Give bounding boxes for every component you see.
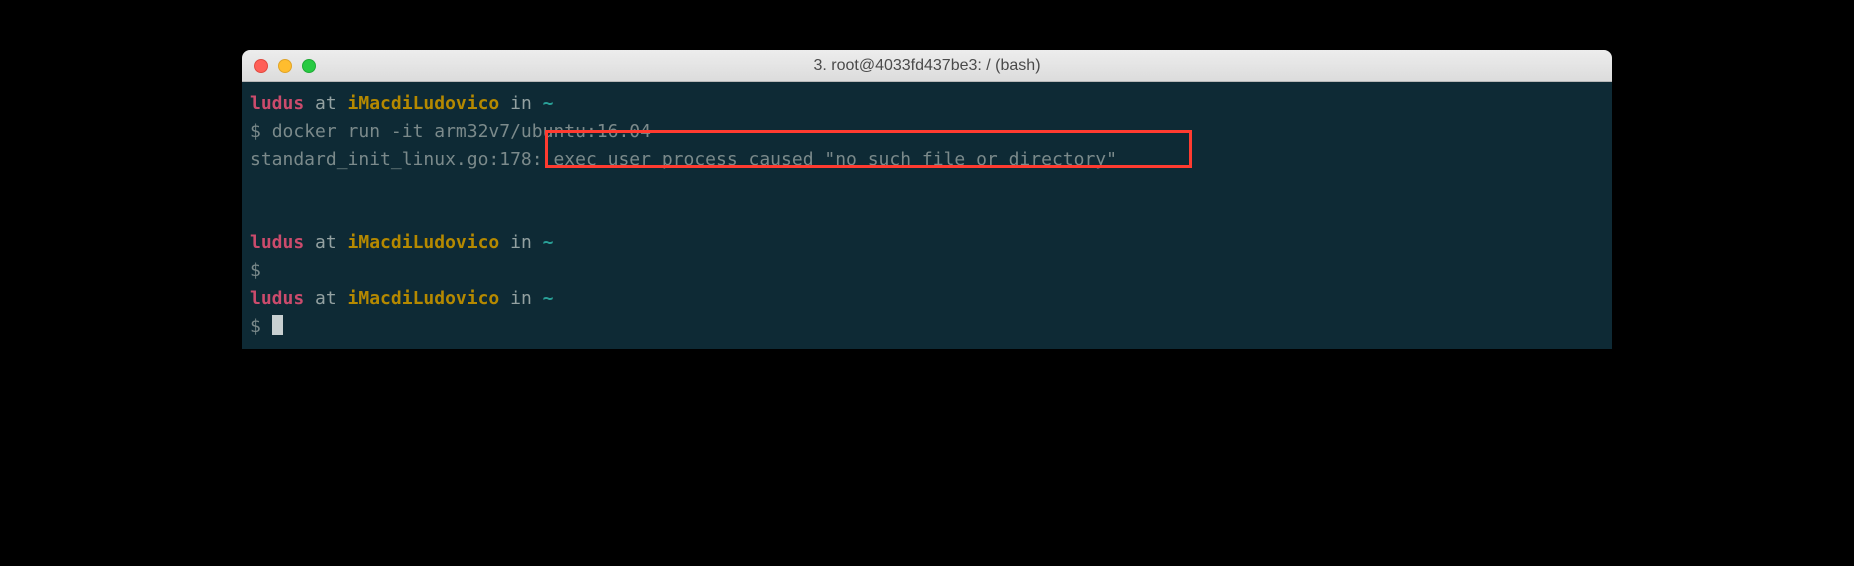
prompt-line-1: ludus at iMacdiLudovico in ~ bbox=[250, 90, 1604, 118]
prompt-symbol: $ bbox=[250, 316, 261, 337]
window-title: 3. root@4033fd437be3: / (bash) bbox=[254, 57, 1600, 75]
terminal-window: 3. root@4033fd437be3: / (bash) ludus at … bbox=[242, 50, 1612, 349]
prompt-in: in bbox=[499, 288, 542, 309]
prompt-host: iMacdiLudovico bbox=[348, 288, 500, 309]
prompt-user: ludus bbox=[250, 93, 304, 114]
prompt-line-3: ludus at iMacdiLudovico in ~ bbox=[250, 285, 1604, 313]
prompt-line-2: ludus at iMacdiLudovico in ~ bbox=[250, 229, 1604, 257]
blank-line bbox=[250, 174, 1604, 202]
prompt-path: ~ bbox=[543, 93, 554, 114]
cursor-icon bbox=[272, 315, 283, 335]
prompt-host: iMacdiLudovico bbox=[348, 232, 500, 253]
error-message: exec user process caused "no such file o… bbox=[543, 149, 1117, 170]
prompt-symbol: $ bbox=[250, 121, 261, 142]
error-prefix: standard_init_linux.go:178: bbox=[250, 149, 543, 170]
titlebar[interactable]: 3. root@4033fd437be3: / (bash) bbox=[242, 50, 1612, 82]
prompt-path: ~ bbox=[543, 288, 554, 309]
prompt-at: at bbox=[304, 232, 347, 253]
minimize-icon[interactable] bbox=[278, 59, 292, 73]
prompt-path: ~ bbox=[543, 232, 554, 253]
close-icon[interactable] bbox=[254, 59, 268, 73]
empty-command-line: $ bbox=[250, 257, 1604, 285]
command-text bbox=[261, 121, 272, 142]
current-command-line: $ bbox=[250, 313, 1604, 341]
prompt-user: ludus bbox=[250, 288, 304, 309]
prompt-symbol: $ bbox=[250, 260, 261, 281]
blank-line bbox=[250, 202, 1604, 230]
command-line: $ docker run -it arm32v7/ubuntu:16.04 bbox=[250, 118, 1604, 146]
prompt-at: at bbox=[304, 288, 347, 309]
prompt-in: in bbox=[499, 93, 542, 114]
prompt-at: at bbox=[304, 93, 347, 114]
prompt-in: in bbox=[499, 232, 542, 253]
maximize-icon[interactable] bbox=[302, 59, 316, 73]
command: docker run -it arm32v7/ubuntu:16.04 bbox=[272, 121, 651, 142]
traffic-lights bbox=[254, 59, 316, 73]
error-line: standard_init_linux.go:178: exec user pr… bbox=[250, 146, 1604, 174]
terminal-body[interactable]: ludus at iMacdiLudovico in ~ $ docker ru… bbox=[242, 82, 1612, 349]
prompt-host: iMacdiLudovico bbox=[348, 93, 500, 114]
prompt-user: ludus bbox=[250, 232, 304, 253]
